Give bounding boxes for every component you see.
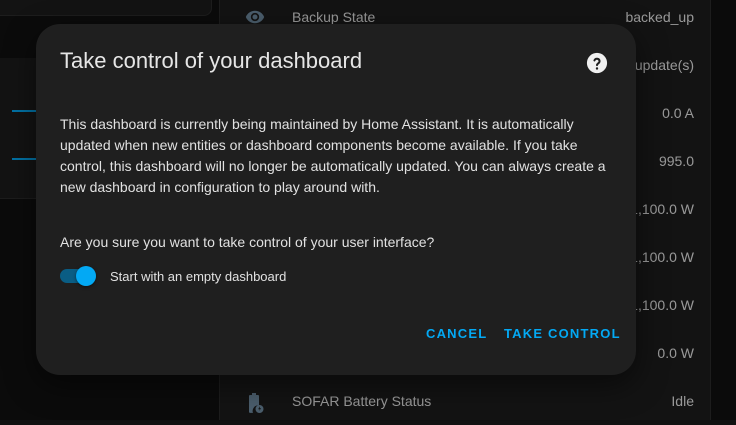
take-control-dialog: Take control of your dashboard This dash… bbox=[36, 24, 636, 375]
dialog-question: Are you sure you want to take control of… bbox=[60, 234, 435, 250]
cancel-button[interactable]: CANCEL bbox=[420, 322, 493, 345]
dialog-body: This dashboard is currently being mainta… bbox=[60, 116, 606, 195]
empty-dashboard-toggle[interactable] bbox=[60, 266, 98, 286]
toggle-label: Start with an empty dashboard bbox=[110, 269, 287, 284]
take-control-button[interactable]: TAKE CONTROL bbox=[498, 322, 627, 345]
toggle-thumb bbox=[76, 266, 96, 286]
dialog-title: Take control of your dashboard bbox=[60, 48, 363, 73]
help-circle-icon[interactable] bbox=[586, 52, 608, 74]
